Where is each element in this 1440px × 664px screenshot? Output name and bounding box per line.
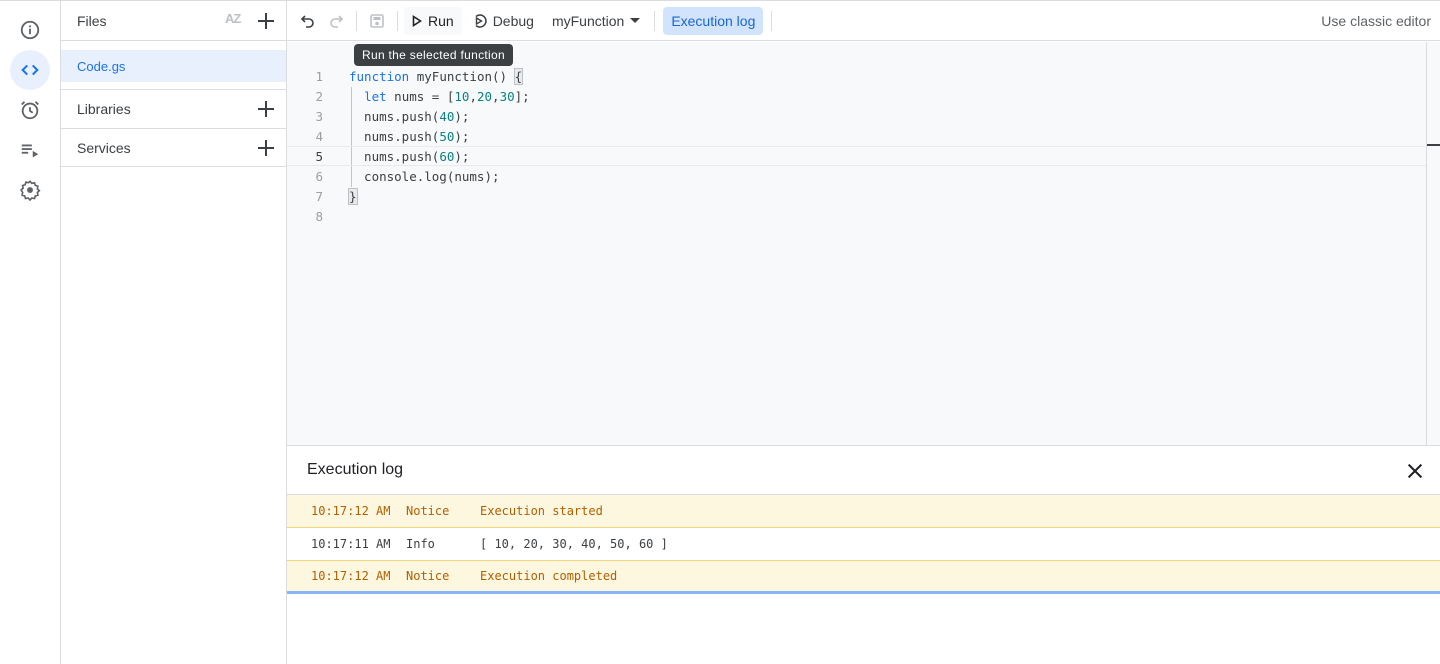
section-label: Libraries <box>77 101 131 117</box>
line-text: } <box>348 187 358 205</box>
code-line: 2 let nums = [10,20,30]; <box>287 86 1426 106</box>
line-number: 3 <box>315 108 323 124</box>
gear-icon <box>20 180 41 201</box>
file-name: Code.gs <box>77 58 126 74</box>
log-message: Execution completed <box>480 569 618 583</box>
log-severity: Info <box>406 537 435 551</box>
redo-icon <box>330 14 344 28</box>
add-library-icon[interactable] <box>256 99 276 119</box>
editor-scrollbar[interactable] <box>1426 42 1440 445</box>
line-text: function myFunction() { <box>349 67 524 85</box>
code-icon <box>21 64 39 76</box>
code-line: 4 nums.push(50); <box>287 126 1426 146</box>
line-number: 4 <box>315 128 323 144</box>
log-message: [ 10, 20, 30, 40, 50, 60 ] <box>480 537 668 551</box>
toolbar: Run Debug myFunction Execution log Use c… <box>287 1 1440 41</box>
line-number: 8 <box>315 208 323 224</box>
use-classic-editor-link[interactable]: Use classic editor <box>1321 13 1431 29</box>
alarm-icon <box>21 101 39 120</box>
play-icon <box>412 14 422 27</box>
debug-icon <box>475 13 487 28</box>
toolbar-divider <box>654 10 656 31</box>
execution-log-header: Execution log <box>287 446 1440 495</box>
code-line: 1 function myFunction() { <box>287 66 1426 86</box>
files-header: Files AZ <box>61 1 286 41</box>
line-text: nums.push(60); <box>349 148 470 164</box>
execution-log-title: Execution log <box>307 461 404 478</box>
rail-editor-button[interactable] <box>10 50 50 90</box>
undo-button[interactable] <box>294 7 322 35</box>
close-icon[interactable] <box>1404 460 1426 482</box>
sort-az-icon[interactable]: AZ <box>225 11 241 26</box>
rail-executions-button[interactable] <box>10 130 50 170</box>
cursor-marker <box>1427 144 1440 146</box>
log-time: 10:17:12 AM <box>311 569 391 583</box>
line-number: 5 <box>315 148 323 164</box>
function-select[interactable]: myFunction <box>546 7 646 35</box>
section-services[interactable]: Services <box>61 128 286 167</box>
left-rail <box>0 1 61 664</box>
execution-log-panel: Execution log 10:17:12 AM Notice Executi… <box>287 445 1440 664</box>
line-number: 7 <box>315 188 323 204</box>
files-title: Files <box>77 12 107 29</box>
run-tooltip: Run the selected function <box>354 44 513 66</box>
debug-button[interactable]: Debug <box>466 7 540 35</box>
log-row: 10:17:11 AM Info [ 10, 20, 30, 40, 50, 6… <box>287 528 1440 561</box>
run-button[interactable]: Run <box>404 6 462 35</box>
code-line: 6 console.log(nums); <box>287 166 1426 186</box>
section-label: Services <box>77 139 131 156</box>
toolbar-divider <box>356 10 357 31</box>
function-select-value: myFunction <box>551 12 625 29</box>
undo-icon <box>300 14 314 28</box>
file-item-code-gs[interactable]: Code.gs <box>61 50 286 82</box>
code-line: 8 <box>287 206 1426 226</box>
executions-icon <box>21 144 39 158</box>
line-number: 1 <box>315 68 323 84</box>
line-text: let nums = [10,20,30]; <box>364 88 530 104</box>
add-file-icon[interactable] <box>256 11 276 31</box>
line-number: 6 <box>315 168 323 184</box>
line-text: nums.push(50); <box>349 128 470 144</box>
log-severity: Notice <box>406 504 450 518</box>
log-time: 10:17:11 AM <box>311 537 391 551</box>
files-panel: Files AZ Code.gs Libraries Services <box>61 1 287 664</box>
rail-triggers-button[interactable] <box>10 90 50 130</box>
chevron-down-icon <box>630 18 641 23</box>
debug-label: Debug <box>492 12 534 29</box>
section-libraries[interactable]: Libraries <box>61 89 286 128</box>
rail-overview-button[interactable] <box>10 10 50 50</box>
save-button[interactable] <box>363 7 391 35</box>
toolbar-divider <box>397 10 398 31</box>
code-editor[interactable]: 1 function myFunction() { 2 let nums = [… <box>287 42 1440 445</box>
execution-log-button[interactable]: Execution log <box>663 6 764 35</box>
line-number: 2 <box>315 88 323 104</box>
log-time: 10:17:12 AM <box>311 504 391 518</box>
code-line-current: 5 nums.push(60); <box>287 146 1426 166</box>
rail-settings-button[interactable] <box>10 170 50 210</box>
apps-script-editor: Files AZ Code.gs Libraries Services Run … <box>0 0 1440 664</box>
code-line: 7 } <box>287 186 1426 206</box>
run-label: Run <box>428 12 454 29</box>
toolbar-divider <box>771 10 773 31</box>
log-row: 10:17:12 AM Notice Execution completed <box>287 561 1440 594</box>
code-line: 3 nums.push(40); <box>287 106 1426 126</box>
line-text: nums.push(40); <box>349 108 470 124</box>
log-severity: Notice <box>406 569 450 583</box>
execution-log-label: Execution log <box>671 12 756 29</box>
add-service-icon[interactable] <box>256 138 276 158</box>
line-text: console.log(nums); <box>349 168 500 184</box>
info-icon <box>20 20 40 40</box>
save-icon <box>370 13 384 28</box>
redo-button[interactable] <box>322 7 350 35</box>
log-message: Execution started <box>480 504 603 518</box>
log-row: 10:17:12 AM Notice Execution started <box>287 495 1440 528</box>
